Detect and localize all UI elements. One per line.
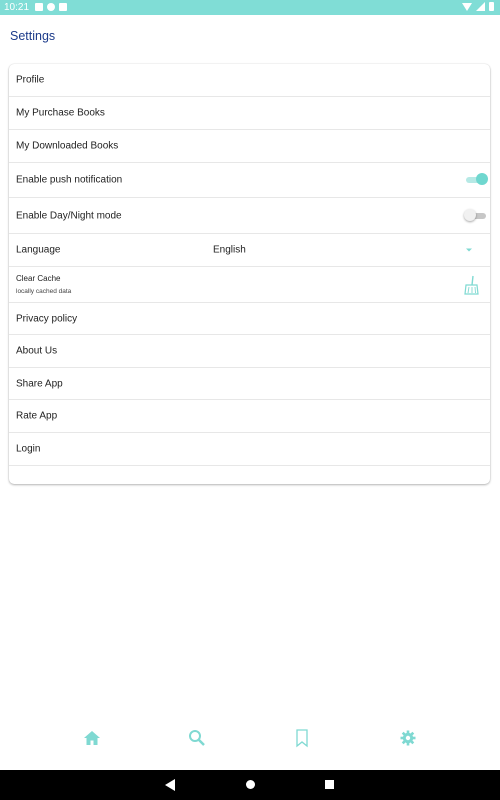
settings-item-label: About Us	[16, 345, 58, 357]
settings-item-label: My Purchase Books	[16, 107, 105, 119]
system-icons	[462, 2, 494, 11]
settings-item-push-notification: Enable push notification	[9, 163, 490, 198]
settings-item-purchase-books[interactable]: My Purchase Books	[9, 97, 490, 130]
language-select[interactable]: English	[213, 245, 246, 256]
home-button-icon[interactable]	[246, 780, 255, 789]
page-title: Settings	[10, 29, 56, 43]
back-icon[interactable]	[165, 779, 175, 791]
day-night-mode-toggle[interactable]	[464, 208, 486, 222]
settings-item-privacy-policy[interactable]: Privacy policy	[9, 303, 490, 335]
broom-icon[interactable]	[463, 275, 479, 295]
settings-item-profile[interactable]: Profile	[9, 64, 490, 97]
mail-icon	[35, 3, 43, 11]
battery-icon	[489, 2, 494, 11]
bookmark-icon[interactable]	[292, 728, 312, 748]
notification-icons	[35, 3, 67, 11]
system-navigation-bar	[0, 770, 500, 800]
settings-item-label: Enable push notification	[16, 174, 123, 186]
sd-card-icon	[59, 3, 67, 11]
settings-item-label: Profile	[16, 74, 45, 86]
wifi-icon	[462, 2, 472, 11]
settings-item-label: Privacy policy	[16, 313, 78, 324]
toggle-knob	[476, 173, 488, 185]
settings-item-day-night-mode: Enable Day/Night mode	[9, 198, 490, 234]
settings-item-label: Enable Day/Night mode	[16, 210, 122, 221]
settings-item-rate-app[interactable]: Rate App	[9, 400, 490, 433]
settings-item-label: Language	[16, 244, 61, 256]
settings-item-about-us[interactable]: About Us	[9, 335, 490, 368]
clear-cache-subtitle: locally cached data	[16, 288, 72, 295]
home-icon[interactable]	[82, 728, 102, 748]
settings-item-label: Share App	[16, 378, 63, 389]
settings-item-label: My Downloaded Books	[16, 140, 119, 152]
gear-icon[interactable]	[398, 728, 418, 748]
settings-item-share-app[interactable]: Share App	[9, 368, 490, 400]
settings-item-downloaded-books[interactable]: My Downloaded Books	[9, 130, 490, 163]
signal-icon	[476, 2, 485, 11]
settings-item-language: Language English	[9, 234, 490, 267]
status-bar: 10:21	[0, 0, 500, 15]
settings-item-label: Rate App	[16, 410, 58, 422]
app-notification-icon	[47, 3, 55, 11]
clear-cache-title: Clear Cache	[16, 274, 61, 283]
bottom-navigation	[0, 720, 500, 756]
recent-apps-icon[interactable]	[325, 780, 334, 789]
settings-item-clear-cache[interactable]: Clear Cache locally cached data	[9, 267, 490, 303]
settings-card: Profile My Purchase Books My Downloaded …	[9, 64, 490, 484]
search-icon[interactable]	[187, 728, 207, 748]
settings-item-label: Login	[16, 443, 41, 455]
chevron-down-icon[interactable]	[466, 248, 472, 252]
status-time: 10:21	[4, 2, 30, 13]
toggle-knob	[464, 208, 476, 221]
settings-item-login[interactable]: Login	[9, 433, 490, 466]
push-notification-toggle[interactable]	[466, 173, 488, 186]
